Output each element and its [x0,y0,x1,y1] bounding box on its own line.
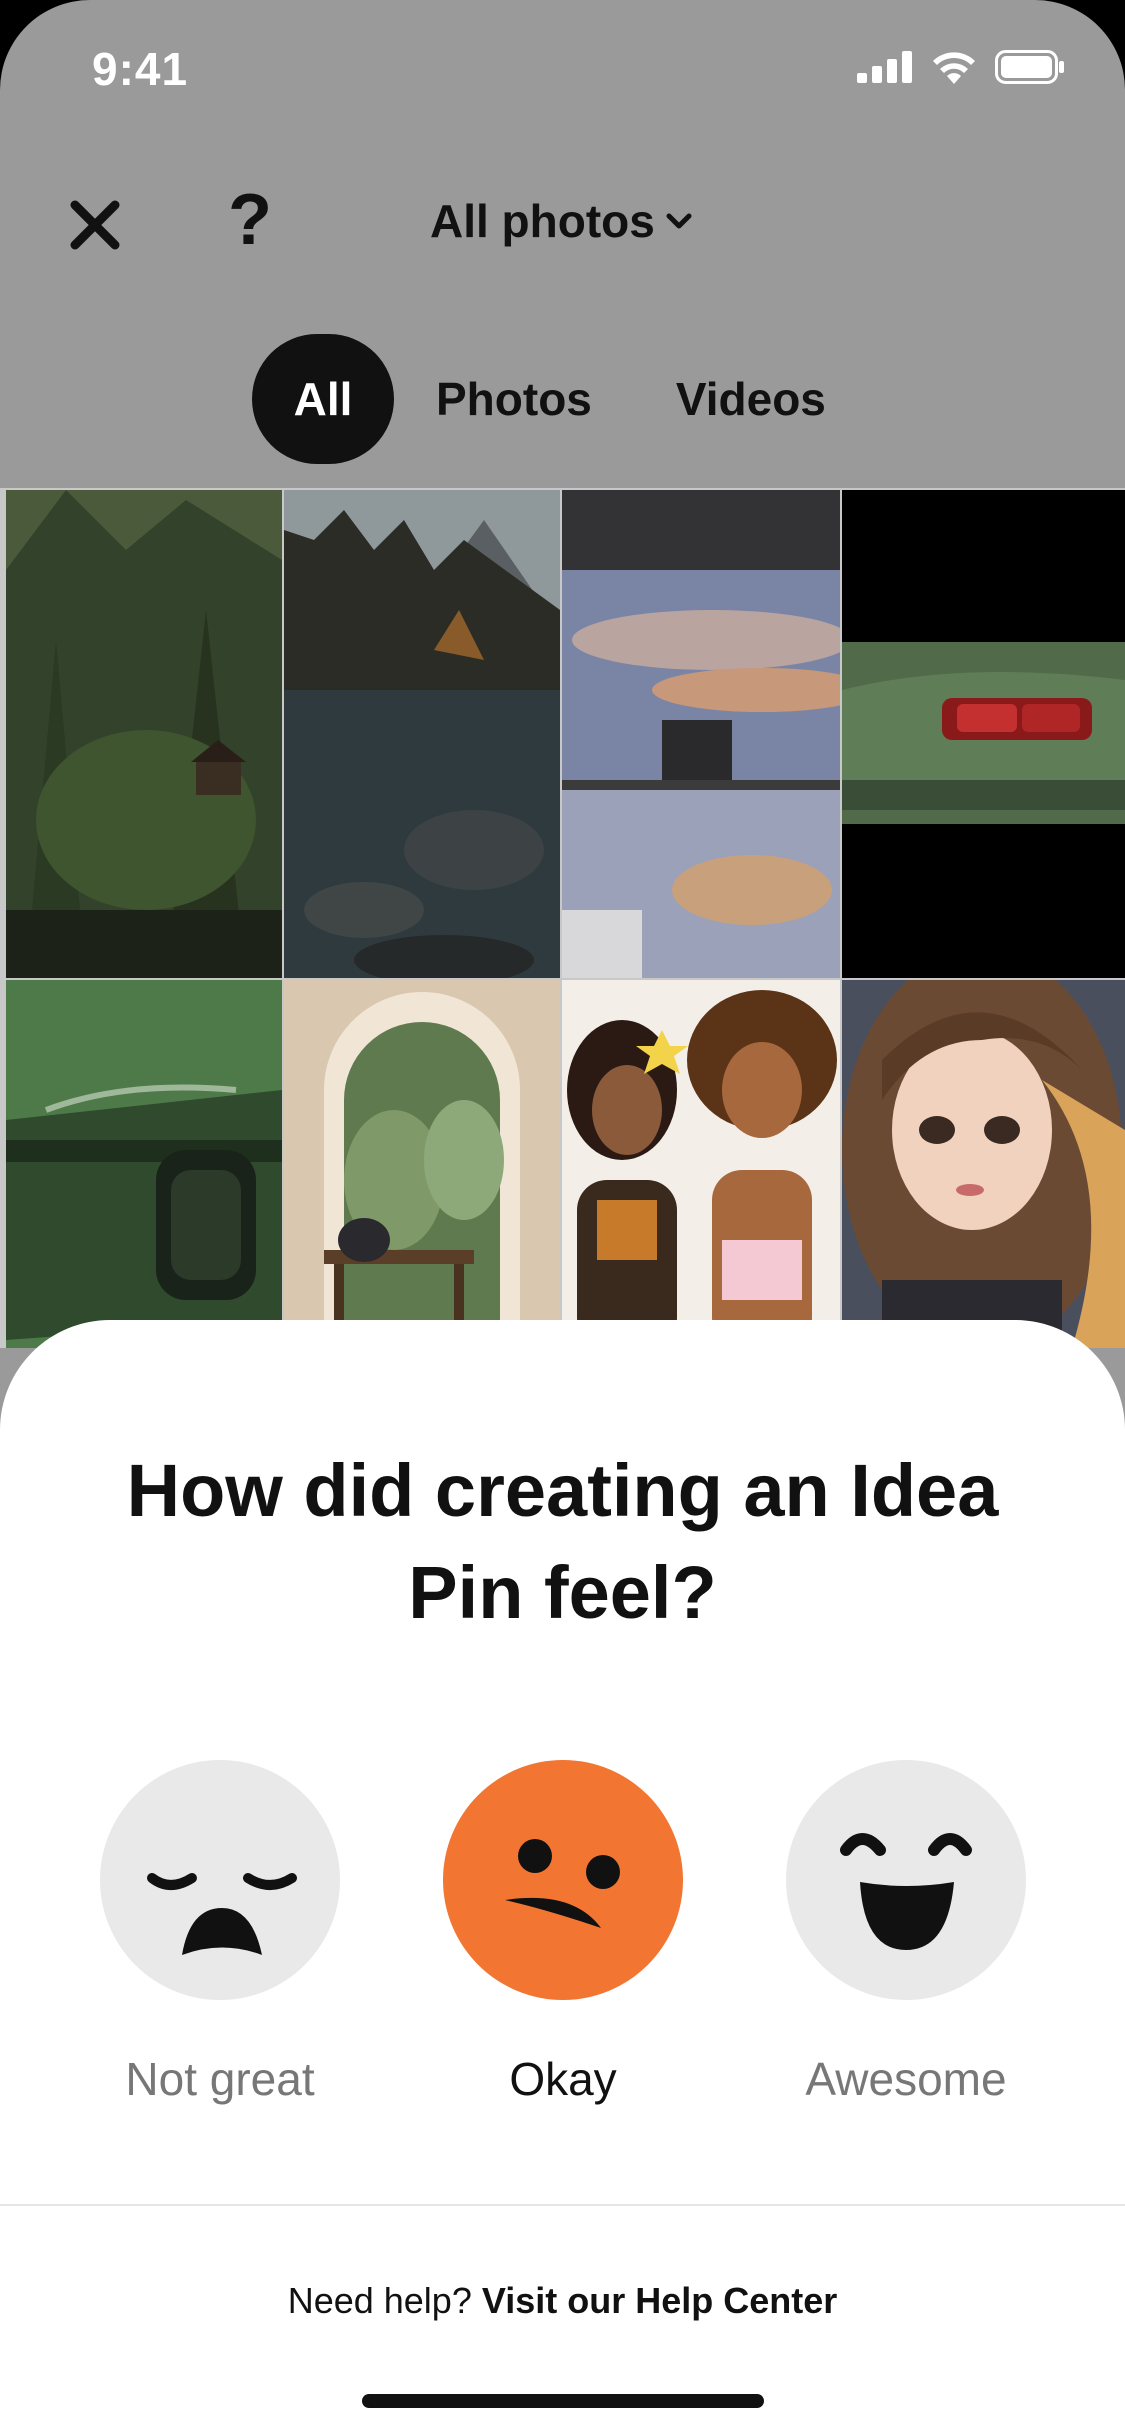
face-button-awesome[interactable] [786,1760,1026,2000]
sad-face-icon [147,1873,297,1955]
photo-tile[interactable] [842,980,1125,1348]
sheet-title: How did creating an Idea Pin feel? [126,1449,999,1634]
filter-videos[interactable]: Videos [634,334,868,464]
status-icons [857,50,1065,84]
home-indicator[interactable] [362,2394,764,2408]
photo-tile[interactable] [562,980,840,1348]
photo-tile[interactable] [562,490,840,978]
green-car-taillight-photo [842,490,1125,978]
filter-photos[interactable]: Photos [394,334,634,464]
album-selector[interactable]: All photos [430,194,693,248]
mountain-lake-photo [284,490,560,978]
rating-option-awesome[interactable]: Awesome [786,1760,1026,2106]
forest-cabin-photo [6,490,282,978]
photo-tile[interactable] [6,490,282,978]
close-button[interactable] [62,192,128,258]
close-icon [70,200,120,250]
photo-tile[interactable] [284,980,560,1348]
anime-girl-portrait-photo [842,980,1125,1348]
happy-face-icon [840,1833,972,1950]
cellular-signal-icon [857,51,912,83]
rating-label-not-great: Not great [125,2053,315,2105]
help-footer: Need help? Visit our Help Center [0,2280,1125,2322]
sunset-kitchen-photo [562,490,840,978]
rating-option-okay[interactable]: Okay [443,1760,683,2106]
help-center-link[interactable]: Visit our Help Center [482,2280,837,2321]
illustrated-friends-photo [562,980,840,1348]
status-time: 9:41 [92,43,189,95]
battery-icon [995,50,1064,84]
face-button-not-great[interactable] [100,1760,340,2000]
help-button[interactable]: ? [220,180,280,260]
neutral-face-icon [505,1839,620,1928]
rating-label-awesome: Awesome [805,2053,1007,2105]
album-label: All photos [430,195,655,247]
filter-all[interactable]: All [252,334,394,464]
wifi-icon [933,52,975,84]
photo-tile[interactable] [6,980,282,1348]
phone-screen: 9:41 ? All photos All Photos Videos How … [0,0,1125,2436]
top-bar: ? All photos [0,170,1125,280]
photo-tile[interactable] [842,490,1125,978]
feedback-sheet: How did creating an Idea Pin feel? Not g… [0,1320,1125,2436]
status-bar: 9:41 [0,0,1125,140]
face-button-okay[interactable] [443,1760,683,2000]
photo-grid [0,488,1125,1348]
arched-window-room-photo [284,980,560,1348]
rating-option-not-great[interactable]: Not great [100,1760,340,2106]
rating-label-okay: Okay [509,2053,617,2105]
chevron-down-icon [666,213,692,229]
help-prefix: Need help? [287,2280,472,2321]
green-car-side-photo [6,980,282,1348]
photo-tile[interactable] [284,490,560,978]
divider [0,2204,1125,2206]
media-filter-tabs: All Photos Videos [252,334,868,464]
